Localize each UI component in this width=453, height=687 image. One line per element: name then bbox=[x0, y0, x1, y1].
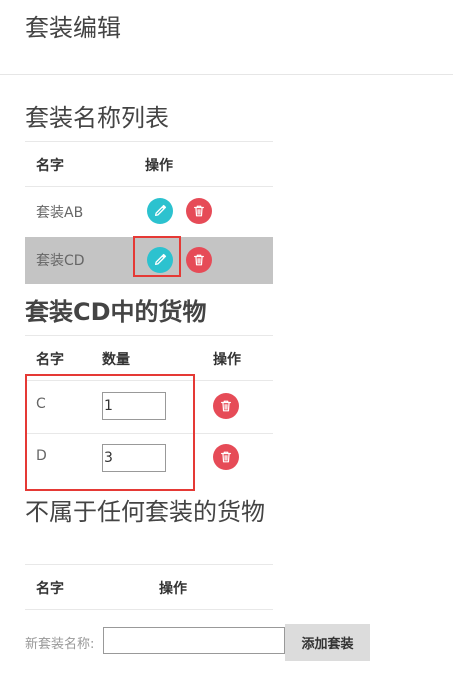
other-goods-table-header: 名字 操作 bbox=[25, 564, 273, 610]
trash-icon bbox=[221, 451, 231, 463]
set-row: 套装AB bbox=[25, 186, 273, 237]
column-header-name: 名字 bbox=[36, 158, 64, 174]
goods-section-title: 套装CD中的货物 bbox=[25, 298, 207, 326]
other-goods-section-title: 不属于任何套装的货物 bbox=[25, 498, 265, 526]
sets-section-title: 套装名称列表 bbox=[25, 104, 169, 132]
highlight-box bbox=[133, 236, 181, 277]
new-set-name-input[interactable] bbox=[103, 627, 285, 654]
column-header-qty: 数量 bbox=[102, 352, 130, 368]
trash-icon bbox=[194, 205, 204, 217]
new-set-name-label: 新套装名称: bbox=[25, 637, 95, 652]
column-header-action: 操作 bbox=[145, 158, 173, 174]
pencil-icon bbox=[154, 204, 167, 217]
delete-button[interactable] bbox=[186, 198, 212, 224]
set-name: 套装CD bbox=[36, 253, 85, 269]
add-set-button[interactable]: 添加套装 bbox=[285, 624, 370, 661]
column-header-name: 名字 bbox=[36, 352, 64, 368]
edit-button[interactable] bbox=[147, 198, 173, 224]
header-divider bbox=[0, 74, 453, 75]
column-header-action: 操作 bbox=[159, 581, 187, 597]
delete-button[interactable] bbox=[186, 247, 212, 273]
column-header-action: 操作 bbox=[213, 352, 241, 368]
trash-icon bbox=[194, 254, 204, 266]
highlight-box bbox=[25, 374, 195, 491]
trash-icon bbox=[221, 400, 231, 412]
page-title: 套装编辑 bbox=[25, 14, 121, 42]
sets-table-header: 名字 操作 bbox=[25, 141, 273, 186]
other-goods-table: 名字 操作 bbox=[25, 564, 273, 610]
delete-button[interactable] bbox=[213, 393, 239, 419]
set-name: 套装AB bbox=[36, 205, 84, 221]
delete-button[interactable] bbox=[213, 444, 239, 470]
column-header-name: 名字 bbox=[36, 581, 64, 597]
